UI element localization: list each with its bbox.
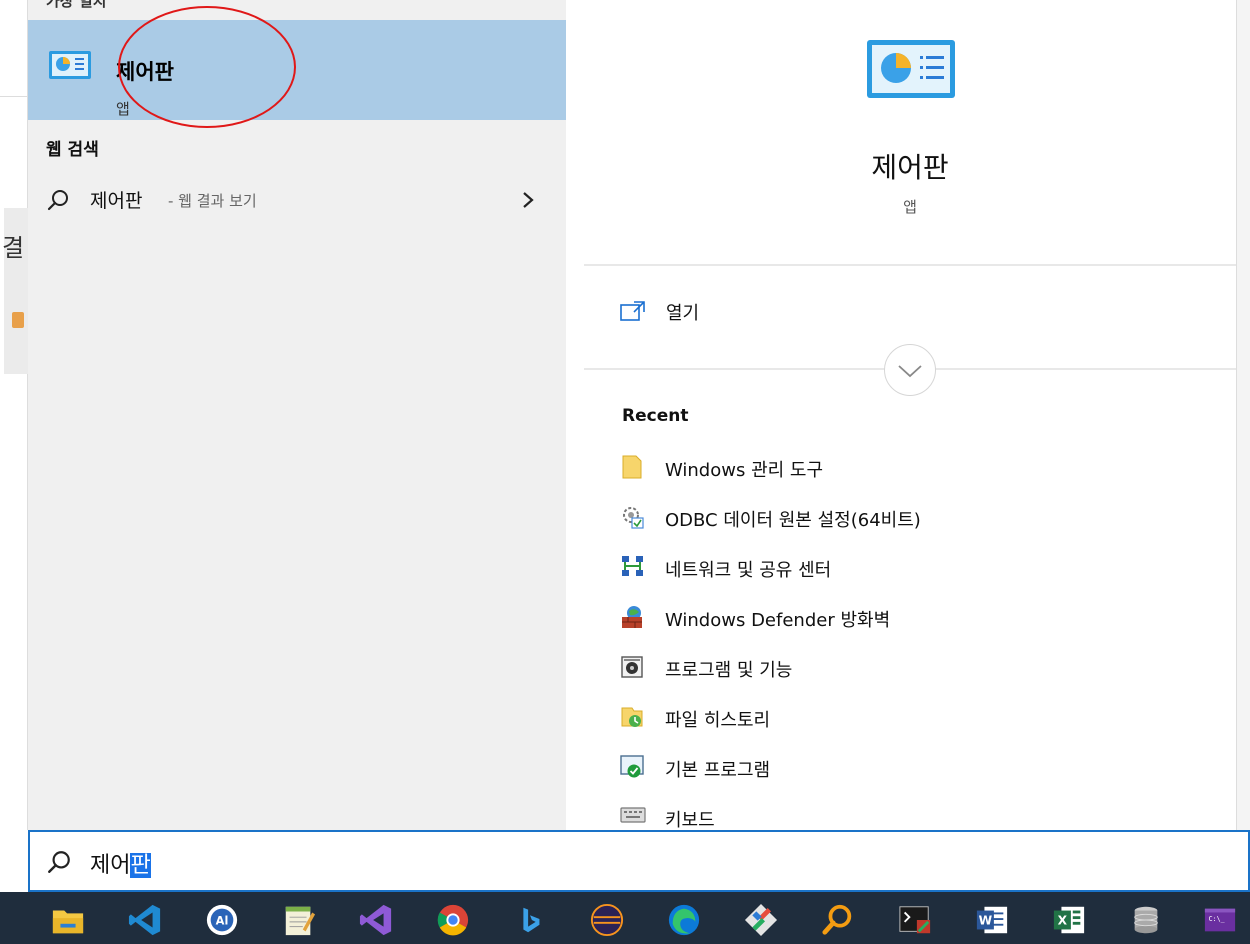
window-edge [1236,0,1250,830]
git-icon[interactable] [743,902,779,938]
web-search-header: 웹 검색 [46,140,99,160]
app-icon[interactable]: Al [204,902,240,938]
edge-icon[interactable] [666,902,702,938]
odbc-icon [623,507,644,529]
background-icon [12,312,24,328]
terminal-icon[interactable] [897,902,933,938]
eclipse-icon[interactable] [589,902,625,938]
background-text: 결 [2,234,25,262]
control-panel-icon [49,51,91,79]
programs-icon [621,656,643,678]
database-icon[interactable] [1128,902,1164,938]
web-search-result[interactable]: 제어판 - 웹 결과 보기 [28,176,566,222]
highlight-annotation-circle [118,6,296,128]
preview-panel: 제어판 앱 열기 Recent Windows 관리 도구 ODBC 데이터 원… [584,0,1236,831]
svg-text:Al: Al [216,914,229,928]
best-match-item[interactable]: 제어판 앱 [28,20,566,120]
search-results-panel: 가장 일치 제어판 앱 웹 검색 제어판 - 웹 결과 보기 [28,0,566,830]
network-icon [622,556,643,576]
svg-text:W: W [979,914,993,928]
chevron-right-icon[interactable] [518,188,538,212]
background-window: 결 [0,0,28,830]
expand-button[interactable] [884,344,936,396]
recent-item-admin-tools[interactable]: Windows 관리 도구 [620,450,1220,500]
excel-icon[interactable]: X [1051,902,1087,938]
bing-icon[interactable] [512,902,548,938]
recent-list: Windows 관리 도구 ODBC 데이터 원본 설정(64비트) 네트워크 … [620,450,1220,850]
best-match-subtitle: 앱 [116,100,130,118]
search-icon [48,851,70,873]
search-icon [47,190,68,211]
folder-icon [622,455,642,479]
best-match-header: 가장 일치 [46,0,107,10]
recent-item-label: 파일 히스토리 [665,710,771,731]
recent-item-default-programs[interactable]: 기본 프로그램 [620,750,1220,800]
control-panel-large-icon [867,40,955,98]
recent-item-programs[interactable]: 프로그램 및 기능 [620,650,1220,700]
recent-item-file-history[interactable]: 파일 히스토리 [620,700,1220,750]
keyboard-icon [620,807,646,823]
recent-item-label: 키보드 [665,810,715,831]
recent-item-label: Windows 관리 도구 [665,460,824,481]
recent-header: Recent [622,406,689,426]
background-divider [0,96,28,97]
web-result-query: 제어판 [90,190,143,212]
recent-item-network[interactable]: 네트워크 및 공유 센터 [620,550,1220,600]
preview-subtitle: 앱 [903,198,917,216]
recent-item-label: Windows Defender 방화벽 [665,610,891,631]
search-bar[interactable]: 제어판 [28,830,1250,892]
taskbar: Al W X C:\_ [0,892,1250,944]
recent-item-label: 네트워크 및 공유 센터 [665,560,832,581]
svg-text:C:\_: C:\_ [1209,915,1225,923]
chevron-down-icon [898,365,922,378]
web-result-suffix: - 웹 결과 보기 [168,192,257,210]
svg-text:X: X [1058,914,1068,928]
visual-studio-icon[interactable] [358,902,394,938]
recent-item-odbc[interactable]: ODBC 데이터 원본 설정(64비트) [620,500,1220,550]
search-text-selected: 판 [130,853,151,878]
file-history-icon [621,707,643,727]
console-icon[interactable]: C:\_ [1202,902,1238,938]
search-text: 제어 [90,853,131,878]
recent-item-label: 프로그램 및 기능 [665,660,793,681]
preview-title: 제어판 [871,151,949,184]
recent-item-label: ODBC 데이터 원본 설정(64비트) [665,510,921,531]
default-programs-icon [620,755,644,778]
search-tool-icon[interactable] [820,902,856,938]
recent-item-label: 기본 프로그램 [665,760,771,781]
vscode-icon[interactable] [127,902,163,938]
open-label: 열기 [666,303,700,324]
word-icon[interactable]: W [974,902,1010,938]
chrome-icon[interactable] [435,902,471,938]
search-input[interactable]: 제어판 [90,847,151,879]
notepad-icon[interactable] [281,902,317,938]
file-explorer-icon[interactable] [50,902,86,938]
open-window-icon [620,301,645,321]
recent-item-firewall[interactable]: Windows Defender 방화벽 [620,600,1220,650]
preview-header: 제어판 앱 [584,0,1236,266]
firewall-icon [622,606,642,628]
